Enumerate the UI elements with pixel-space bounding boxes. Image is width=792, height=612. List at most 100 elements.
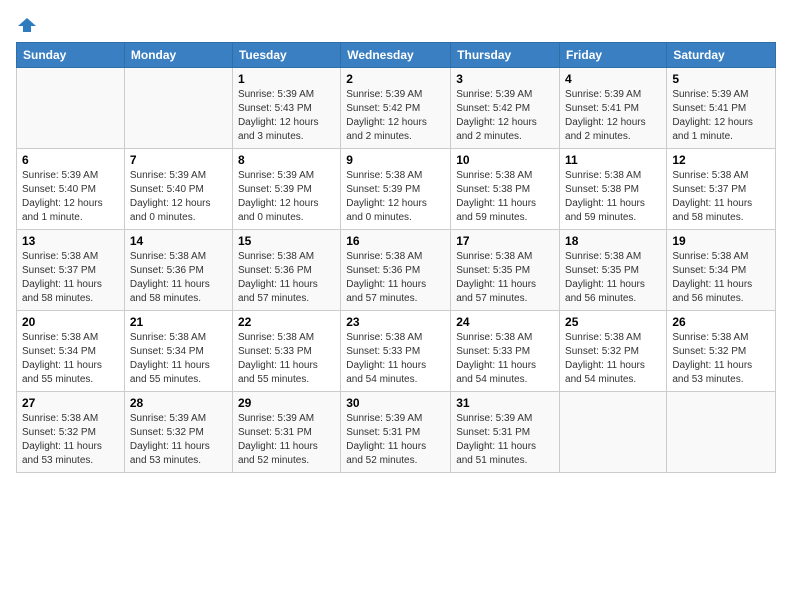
- day-info: Sunrise: 5:38 AM Sunset: 5:33 PM Dayligh…: [346, 331, 445, 387]
- calendar-cell: 19 Sunrise: 5:38 AM Sunset: 5:34 PM Dayli…: [667, 230, 776, 311]
- day-number: 21: [130, 315, 227, 329]
- calendar-table: SundayMondayTuesdayWednesdayThursdayFrid…: [16, 42, 776, 473]
- day-info: Sunrise: 5:38 AM Sunset: 5:35 PM Dayligh…: [456, 250, 554, 306]
- day-info: Sunrise: 5:39 AM Sunset: 5:31 PM Dayligh…: [456, 412, 554, 468]
- day-number: 1: [238, 72, 335, 86]
- day-info: Sunrise: 5:39 AM Sunset: 5:41 PM Dayligh…: [672, 88, 770, 144]
- calendar-cell: [17, 68, 125, 149]
- calendar-cell: 25 Sunrise: 5:38 AM Sunset: 5:32 PM Dayli…: [560, 311, 667, 392]
- day-number: 12: [672, 153, 770, 167]
- calendar-week-row: 27Sunrise: 5:38 AM Sunset: 5:32 PM Dayli…: [17, 392, 776, 473]
- day-number: 5: [672, 72, 770, 86]
- day-number: 16: [346, 234, 445, 248]
- day-number: 31: [456, 396, 554, 410]
- day-number: 3: [456, 72, 554, 86]
- calendar-cell: 28Sunrise: 5:39 AM Sunset: 5:32 PM Dayli…: [124, 392, 232, 473]
- day-info: Sunrise: 5:38 AM Sunset: 5:39 PM Dayligh…: [346, 169, 445, 225]
- calendar-week-row: 6 Sunrise: 5:39 AM Sunset: 5:40 PM Daylig…: [17, 149, 776, 230]
- calendar-cell: 17 Sunrise: 5:38 AM Sunset: 5:35 PM Dayli…: [451, 230, 560, 311]
- calendar-header: SundayMondayTuesdayWednesdayThursdayFrid…: [17, 43, 776, 68]
- calendar-cell: 12 Sunrise: 5:38 AM Sunset: 5:37 PM Dayli…: [667, 149, 776, 230]
- calendar-cell: 16 Sunrise: 5:38 AM Sunset: 5:36 PM Dayli…: [341, 230, 451, 311]
- calendar-cell: 23 Sunrise: 5:38 AM Sunset: 5:33 PM Dayli…: [341, 311, 451, 392]
- day-info: Sunrise: 5:38 AM Sunset: 5:38 PM Dayligh…: [456, 169, 554, 225]
- day-number: 23: [346, 315, 445, 329]
- day-number: 26: [672, 315, 770, 329]
- column-header-thursday: Thursday: [451, 43, 560, 68]
- column-header-sunday: Sunday: [17, 43, 125, 68]
- calendar-cell: 24 Sunrise: 5:38 AM Sunset: 5:33 PM Dayli…: [451, 311, 560, 392]
- day-number: 8: [238, 153, 335, 167]
- day-number: 19: [672, 234, 770, 248]
- day-number: 10: [456, 153, 554, 167]
- calendar-cell: 27Sunrise: 5:38 AM Sunset: 5:32 PM Dayli…: [17, 392, 125, 473]
- column-header-tuesday: Tuesday: [232, 43, 340, 68]
- calendar-cell: 18Sunrise: 5:38 AM Sunset: 5:35 PM Dayli…: [560, 230, 667, 311]
- day-number: 9: [346, 153, 445, 167]
- day-number: 6: [22, 153, 119, 167]
- day-info: Sunrise: 5:39 AM Sunset: 5:42 PM Dayligh…: [456, 88, 554, 144]
- calendar-cell: 6 Sunrise: 5:39 AM Sunset: 5:40 PM Daylig…: [17, 149, 125, 230]
- calendar-cell: 10 Sunrise: 5:38 AM Sunset: 5:38 PM Dayli…: [451, 149, 560, 230]
- day-number: 14: [130, 234, 227, 248]
- day-number: 4: [565, 72, 661, 86]
- day-info: Sunrise: 5:38 AM Sunset: 5:34 PM Dayligh…: [130, 331, 227, 387]
- day-number: 18: [565, 234, 661, 248]
- day-info: Sunrise: 5:39 AM Sunset: 5:40 PM Dayligh…: [130, 169, 227, 225]
- day-info: Sunrise: 5:38 AM Sunset: 5:33 PM Dayligh…: [456, 331, 554, 387]
- day-info: Sunrise: 5:39 AM Sunset: 5:42 PM Dayligh…: [346, 88, 445, 144]
- logo: [16, 16, 36, 30]
- calendar-cell: 4 Sunrise: 5:39 AM Sunset: 5:41 PM Daylig…: [560, 68, 667, 149]
- day-number: 29: [238, 396, 335, 410]
- calendar-cell: 21 Sunrise: 5:38 AM Sunset: 5:34 PM Dayli…: [124, 311, 232, 392]
- day-info: Sunrise: 5:39 AM Sunset: 5:39 PM Dayligh…: [238, 169, 335, 225]
- day-info: Sunrise: 5:38 AM Sunset: 5:37 PM Dayligh…: [672, 169, 770, 225]
- day-info: Sunrise: 5:38 AM Sunset: 5:34 PM Dayligh…: [672, 250, 770, 306]
- day-info: Sunrise: 5:38 AM Sunset: 5:32 PM Dayligh…: [672, 331, 770, 387]
- calendar-cell: 29Sunrise: 5:39 AM Sunset: 5:31 PM Dayli…: [232, 392, 340, 473]
- calendar-cell: 20Sunrise: 5:38 AM Sunset: 5:34 PM Dayli…: [17, 311, 125, 392]
- column-header-wednesday: Wednesday: [341, 43, 451, 68]
- calendar-cell: 31 Sunrise: 5:39 AM Sunset: 5:31 PM Dayli…: [451, 392, 560, 473]
- day-info: Sunrise: 5:39 AM Sunset: 5:41 PM Dayligh…: [565, 88, 661, 144]
- calendar-cell: 26 Sunrise: 5:38 AM Sunset: 5:32 PM Dayli…: [667, 311, 776, 392]
- day-info: Sunrise: 5:38 AM Sunset: 5:36 PM Dayligh…: [238, 250, 335, 306]
- day-number: 27: [22, 396, 119, 410]
- day-info: Sunrise: 5:39 AM Sunset: 5:31 PM Dayligh…: [346, 412, 445, 468]
- calendar-cell: 3 Sunrise: 5:39 AM Sunset: 5:42 PM Daylig…: [451, 68, 560, 149]
- calendar-cell: 5 Sunrise: 5:39 AM Sunset: 5:41 PM Daylig…: [667, 68, 776, 149]
- calendar-cell: [124, 68, 232, 149]
- day-number: 24: [456, 315, 554, 329]
- calendar-cell: 1 Sunrise: 5:39 AM Sunset: 5:43 PM Daylig…: [232, 68, 340, 149]
- calendar-cell: [560, 392, 667, 473]
- day-number: 17: [456, 234, 554, 248]
- calendar-week-row: 1 Sunrise: 5:39 AM Sunset: 5:43 PM Daylig…: [17, 68, 776, 149]
- column-header-friday: Friday: [560, 43, 667, 68]
- page-header: [16, 16, 776, 30]
- day-number: 22: [238, 315, 335, 329]
- day-info: Sunrise: 5:38 AM Sunset: 5:32 PM Dayligh…: [565, 331, 661, 387]
- day-info: Sunrise: 5:38 AM Sunset: 5:38 PM Dayligh…: [565, 169, 661, 225]
- column-header-saturday: Saturday: [667, 43, 776, 68]
- calendar-cell: 22 Sunrise: 5:38 AM Sunset: 5:33 PM Dayli…: [232, 311, 340, 392]
- day-info: Sunrise: 5:38 AM Sunset: 5:36 PM Dayligh…: [346, 250, 445, 306]
- calendar-cell: 7 Sunrise: 5:39 AM Sunset: 5:40 PM Daylig…: [124, 149, 232, 230]
- logo-bird-icon: [18, 16, 36, 34]
- day-number: 20: [22, 315, 119, 329]
- day-info: Sunrise: 5:38 AM Sunset: 5:33 PM Dayligh…: [238, 331, 335, 387]
- day-info: Sunrise: 5:38 AM Sunset: 5:37 PM Dayligh…: [22, 250, 119, 306]
- day-number: 2: [346, 72, 445, 86]
- day-info: Sunrise: 5:39 AM Sunset: 5:40 PM Dayligh…: [22, 169, 119, 225]
- calendar-cell: 30Sunrise: 5:39 AM Sunset: 5:31 PM Dayli…: [341, 392, 451, 473]
- day-number: 25: [565, 315, 661, 329]
- calendar-cell: 15Sunrise: 5:38 AM Sunset: 5:36 PM Dayli…: [232, 230, 340, 311]
- calendar-cell: [667, 392, 776, 473]
- calendar-cell: 8 Sunrise: 5:39 AM Sunset: 5:39 PM Daylig…: [232, 149, 340, 230]
- day-number: 28: [130, 396, 227, 410]
- day-info: Sunrise: 5:39 AM Sunset: 5:43 PM Dayligh…: [238, 88, 335, 144]
- day-number: 7: [130, 153, 227, 167]
- column-header-monday: Monday: [124, 43, 232, 68]
- calendar-cell: 2 Sunrise: 5:39 AM Sunset: 5:42 PM Daylig…: [341, 68, 451, 149]
- calendar-week-row: 20 Sunrise: 5:38 AM Sunset: 5:34 PM Dayli…: [17, 311, 776, 392]
- calendar-cell: 14Sunrise: 5:38 AM Sunset: 5:36 PM Dayli…: [124, 230, 232, 311]
